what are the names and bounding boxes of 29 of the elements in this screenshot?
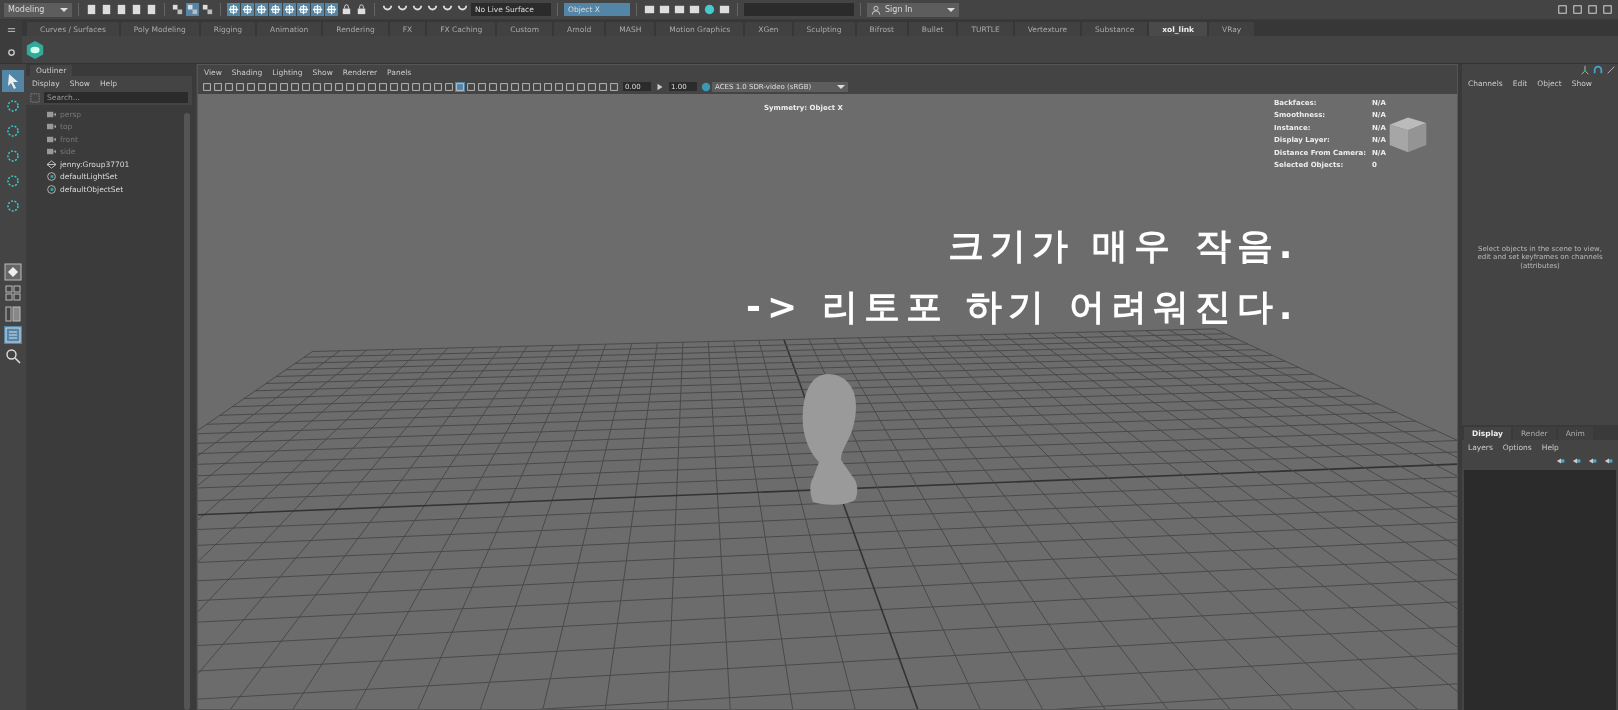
layout-single-icon[interactable] (4, 263, 22, 281)
annotation-text: -> 리토포 하기 어려워진다. (746, 285, 1299, 329)
hierarchy-icon[interactable] (171, 3, 184, 16)
layer-icon[interactable] (1604, 456, 1614, 466)
layer-icon[interactable] (1556, 456, 1566, 466)
layer-icon[interactable] (1588, 456, 1598, 466)
layout-quad-icon[interactable] (4, 284, 22, 302)
mode-dropdown[interactable]: Modeling (4, 2, 72, 17)
set-icon (46, 172, 57, 182)
lock-icon[interactable] (340, 3, 353, 16)
axis-icon[interactable] (1580, 65, 1590, 75)
group-icon (46, 159, 57, 169)
hexagon-icon[interactable] (25, 39, 45, 60)
command-field[interactable] (744, 3, 854, 16)
magnet-icon[interactable] (1593, 65, 1603, 75)
color-management-icon[interactable] (701, 81, 711, 92)
search-icon[interactable] (4, 347, 22, 365)
annotation-text: 크기가 매우 작음. (947, 224, 1299, 268)
user-icon (871, 4, 881, 15)
scrollbar[interactable] (184, 113, 190, 710)
layer-icon[interactable] (1572, 456, 1582, 466)
layout-split-icon[interactable] (4, 305, 22, 323)
component-icon[interactable] (201, 3, 214, 16)
grid-snap-icon[interactable] (227, 3, 240, 16)
gamma-icon[interactable] (655, 81, 665, 92)
record-icon[interactable] (703, 3, 716, 16)
set-icon (46, 184, 57, 194)
sign-in-dropdown[interactable]: Sign In (867, 2, 959, 17)
new-file-icon[interactable] (85, 3, 98, 16)
